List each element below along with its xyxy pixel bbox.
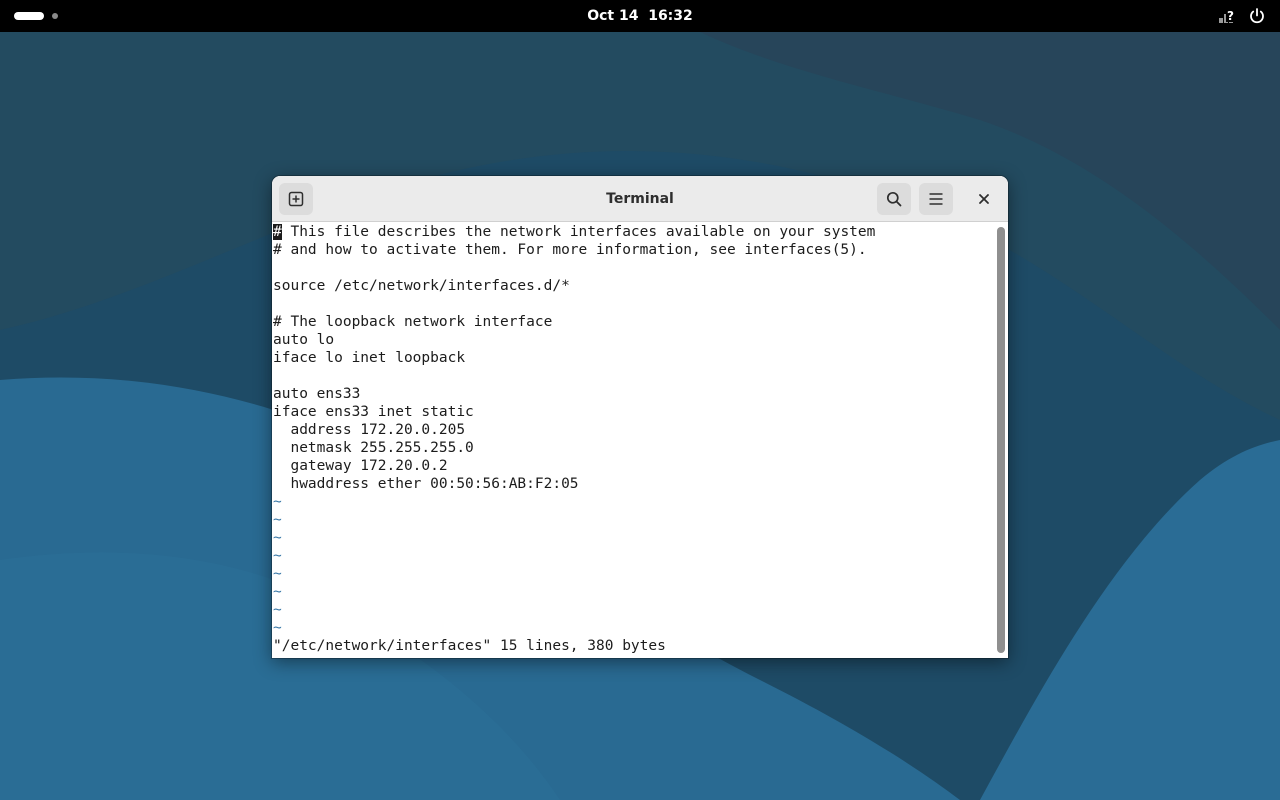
empty-line-marker: ~ (273, 584, 282, 600)
empty-line-marker: ~ (273, 566, 282, 582)
top-bar: Oct 14 16:32 ? (0, 0, 1280, 32)
terminal-line: # and how to activate them. For more inf… (273, 242, 867, 258)
terminal-window: Terminal # This file describes the netwo… (272, 176, 1008, 658)
terminal-line: hwaddress ether 00:50:56:AB:F2:05 (273, 476, 579, 492)
scrollbar-thumb[interactable] (997, 227, 1005, 653)
empty-line-marker: ~ (273, 494, 282, 510)
terminal-line: # The loopback network interface (273, 314, 553, 330)
workspace-indicator-active (14, 12, 44, 20)
terminal-line: source /etc/network/interfaces.d/* (273, 278, 570, 294)
activities-button[interactable] (14, 10, 58, 22)
terminal-line: auto lo (273, 332, 335, 348)
terminal-line: # This file describes the network interf… (272, 223, 994, 241)
power-icon (1250, 8, 1264, 24)
svg-text:?: ? (1227, 9, 1234, 23)
empty-line-marker: ~ (273, 602, 282, 618)
empty-line-marker: ~ (273, 512, 282, 528)
clock-date: Oct 14 (587, 8, 639, 24)
close-button[interactable] (967, 183, 1001, 215)
window-header-bar[interactable]: Terminal (272, 176, 1008, 222)
empty-line-marker: ~ (273, 620, 282, 636)
clock-time: 16:32 (648, 8, 693, 24)
terminal-line: netmask 255.255.255.0 (273, 440, 474, 456)
new-tab-icon (288, 191, 304, 207)
search-icon (886, 191, 902, 207)
system-tray[interactable]: ? (1218, 7, 1266, 25)
vim-status-line: "/etc/network/interfaces" 15 lines, 380 … (273, 638, 666, 654)
terminal-line-text: This file describes the network interfac… (281, 224, 876, 240)
clock-button[interactable]: Oct 14 16:32 (587, 8, 693, 24)
empty-line-marker: ~ (273, 548, 282, 564)
workspace-indicator-inactive (52, 13, 58, 19)
terminal-line: gateway 172.20.0.2 (273, 458, 448, 474)
search-button[interactable] (877, 183, 911, 215)
terminal-line: iface ens33 inet static (273, 404, 474, 420)
terminal-scrollbar[interactable] (994, 223, 1008, 658)
clock: Oct 14 16:32 (0, 0, 1280, 32)
close-icon (979, 194, 989, 204)
network-unknown-icon: ? (1219, 9, 1235, 23)
empty-line-marker: ~ (273, 530, 282, 546)
terminal-line: address 172.20.0.205 (273, 422, 466, 438)
hamburger-menu-icon (929, 193, 943, 205)
text-cursor: # (273, 224, 282, 240)
new-tab-button[interactable] (279, 183, 313, 215)
terminal-line: auto ens33 (273, 386, 361, 402)
terminal-content[interactable]: # This file describes the network interf… (272, 223, 994, 658)
terminal-line: iface lo inet loopback (273, 350, 466, 366)
main-menu-button[interactable] (919, 183, 953, 215)
